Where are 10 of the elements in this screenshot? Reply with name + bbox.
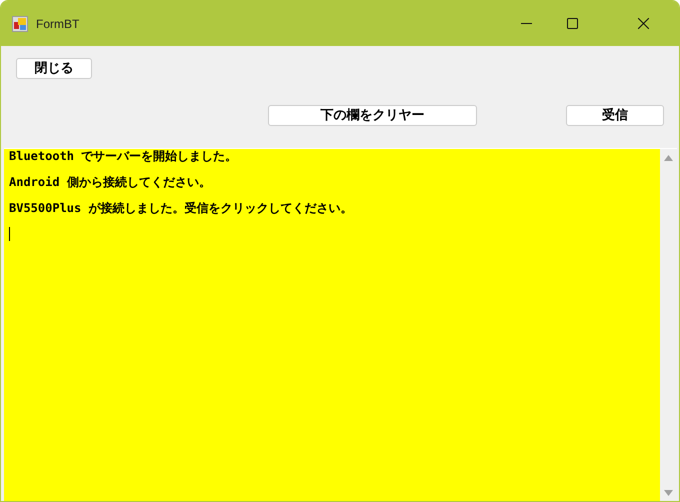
log-line: BV5500Plus が接続しました。受信をクリックしてください。 <box>9 201 354 217</box>
receive-button[interactable]: 受信 <box>566 105 664 126</box>
log-line: Bluetooth でサーバーを開始しました。 <box>9 149 238 165</box>
app-icon <box>12 16 28 32</box>
close-icon[interactable] <box>638 18 649 29</box>
log-line: Android 側から接続してください。 <box>9 175 212 191</box>
window-title: FormBT <box>36 16 80 30</box>
close-button[interactable]: 閉じる <box>16 58 92 79</box>
clear-button[interactable]: 下の欄をクリヤー <box>268 105 477 126</box>
maximize-icon[interactable] <box>567 18 578 29</box>
